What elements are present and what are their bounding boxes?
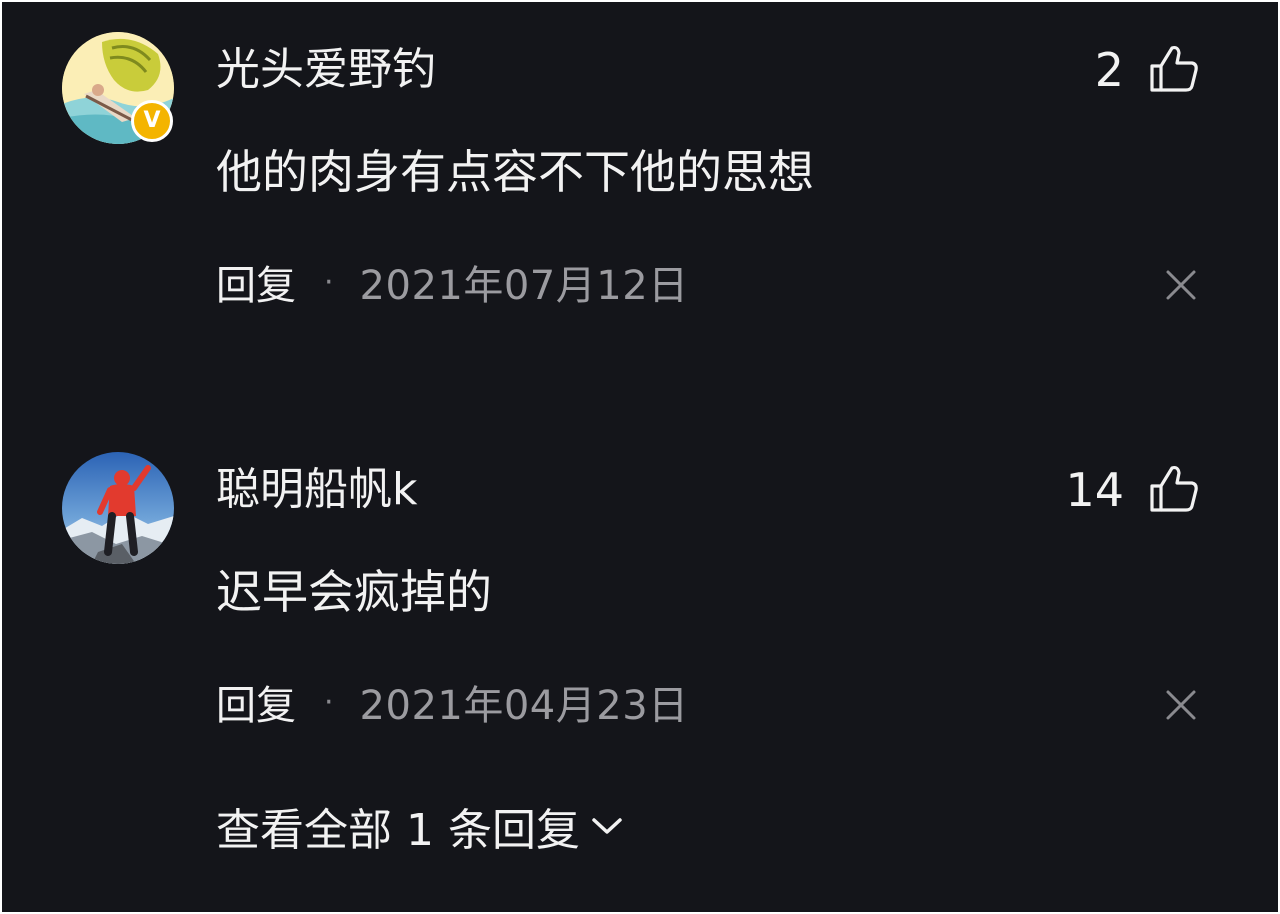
comment-text: 迟早会疯掉的 xyxy=(216,565,492,619)
view-all-replies-label: 查看全部 1 条回复 xyxy=(216,805,580,856)
verified-badge: V xyxy=(131,100,173,142)
username[interactable]: 聪明船帆k xyxy=(216,460,417,520)
comment-item: V 光头爱野钓 2 他的肉身有点容不下他的思想 回复 · 2021年07月12日 xyxy=(2,2,1278,309)
thumbs-up-icon[interactable] xyxy=(1148,464,1200,514)
thumbs-up-icon[interactable] xyxy=(1148,44,1200,94)
separator-dot: · xyxy=(324,684,334,720)
comment-date: 2021年07月12日 xyxy=(359,263,689,309)
view-all-replies-button[interactable]: 查看全部 1 条回复 xyxy=(216,794,624,858)
reply-button[interactable]: 回复 xyxy=(216,253,296,311)
avatar-image xyxy=(62,452,174,564)
username[interactable]: 光头爱野钓 xyxy=(216,40,436,100)
like-count: 2 xyxy=(1094,43,1124,97)
comment-actions: 回复 · 2021年07月12日 xyxy=(216,252,689,312)
separator-dot: · xyxy=(324,264,334,300)
close-icon[interactable] xyxy=(1162,686,1200,724)
comment-actions: 回复 · 2021年04月23日 xyxy=(216,672,689,732)
comment-text: 他的肉身有点容不下他的思想 xyxy=(216,145,814,199)
like-count: 14 xyxy=(1065,463,1124,517)
close-icon[interactable] xyxy=(1162,266,1200,304)
reply-button[interactable]: 回复 xyxy=(216,673,296,731)
comment-item: 聪明船帆k 14 迟早会疯掉的 回复 · 2021年04月23日 xyxy=(2,422,1278,729)
comment-list: V 光头爱野钓 2 他的肉身有点容不下他的思想 回复 · 2021年07月12日 xyxy=(2,2,1278,912)
comment-date: 2021年04月23日 xyxy=(359,683,689,729)
chevron-down-icon xyxy=(592,818,622,834)
user-avatar[interactable] xyxy=(62,452,174,564)
